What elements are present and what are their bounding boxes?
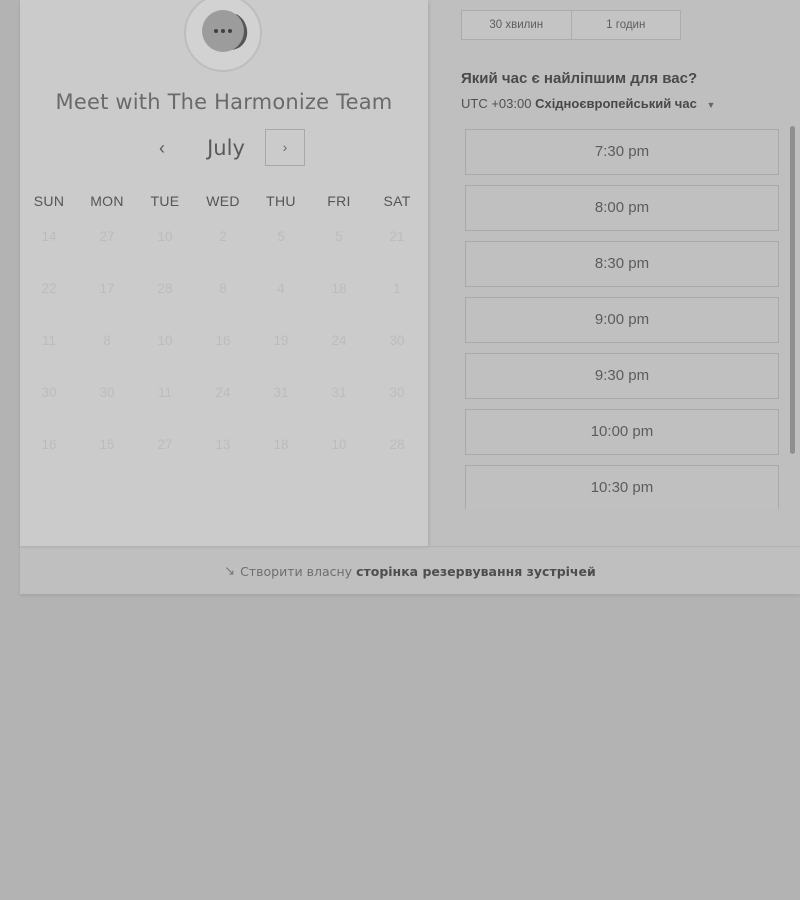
- calendar-day: 2: [219, 229, 227, 244]
- calendar-day: 10: [331, 437, 347, 452]
- calendar-day: 16: [41, 437, 57, 452]
- calendar-day: 18: [331, 281, 347, 296]
- calendar-day: 24: [215, 385, 231, 400]
- calendar-day: 30: [99, 385, 115, 400]
- footer-booking-page-link[interactable]: сторінка резервування зустрічей: [356, 564, 596, 579]
- calendar-day: 24: [331, 333, 347, 348]
- timezone-name: Східноєвропейський час: [535, 96, 697, 111]
- calendar-day: 17: [99, 281, 115, 296]
- caret-down-icon: ▼: [706, 100, 716, 110]
- calendar-day: 13: [215, 437, 231, 452]
- footer-promo: ↘ Створити власну сторінка резервування …: [20, 546, 800, 595]
- timezone-offset: UTC +03:00: [461, 96, 532, 111]
- next-month-button[interactable]: ›: [265, 129, 305, 166]
- time-question-heading: Який час є найліпшим для вас?: [461, 70, 698, 87]
- time-slot-button[interactable]: 9:30 pm: [465, 353, 779, 399]
- calendar-day: 11: [41, 333, 56, 348]
- calendar-day: 5: [335, 229, 343, 244]
- calendar-day: 19: [273, 333, 289, 348]
- calendar-day: 27: [157, 437, 173, 452]
- duration-1-hour-tab[interactable]: 1 годин: [570, 11, 681, 39]
- calendar-day: 28: [157, 281, 173, 296]
- calendar-day: 11: [157, 385, 172, 400]
- calendar-day: 5: [277, 229, 285, 244]
- calendar-day: 1: [393, 281, 401, 296]
- weekday-wed: WED: [206, 193, 240, 209]
- calendar-day: 27: [99, 229, 115, 244]
- weekday-sat: SAT: [383, 193, 411, 209]
- time-slot-button[interactable]: 10:30 pm: [465, 465, 779, 509]
- calendar-day: 16: [215, 333, 231, 348]
- time-slot-button[interactable]: 9:00 pm: [465, 297, 779, 343]
- timezone-selector[interactable]: UTC +03:00 Східноєвропейський час ▼: [461, 96, 715, 111]
- calendar-day: 4: [277, 281, 285, 296]
- footer-prefix-text: Створити власну: [240, 563, 353, 579]
- calendar-day: 22: [41, 281, 57, 296]
- duration-tabs: 30 хвилин 1 годин: [461, 10, 681, 40]
- time-selection-panel: 30 хвилин 1 годин Який час є найліпшим д…: [428, 0, 800, 546]
- calendar-day: 30: [41, 385, 57, 400]
- weekday-mon: MON: [90, 193, 124, 209]
- calendar-day: 8: [219, 281, 227, 296]
- calendar-day: 18: [273, 437, 289, 452]
- previous-month-button[interactable]: ‹: [150, 132, 174, 164]
- calendar-day: 28: [389, 437, 405, 452]
- calendar-week: 30 30 11 24 31 31 30: [20, 382, 428, 434]
- month-label: July: [207, 136, 245, 160]
- weekday-tue: TUE: [150, 193, 180, 209]
- calendar-day: 21: [389, 229, 405, 244]
- calendar-day: 10: [157, 333, 173, 348]
- time-slot-list: 7:30 pm 8:00 pm 8:30 pm 9:00 pm 9:30 pm …: [465, 129, 781, 509]
- page-title: Meet with The Harmonize Team: [55, 90, 393, 114]
- time-slot-button[interactable]: 10:00 pm: [465, 409, 779, 455]
- weekday-thu: THU: [266, 193, 296, 209]
- calendar-grid: 14 27 10 2 5 5 21 22 17 28 8 4 18 1 11 8…: [20, 226, 428, 486]
- calendar-day: 8: [103, 333, 111, 348]
- calendar-week: 14 27 10 2 5 5 21: [20, 226, 428, 278]
- calendar-day: 15: [99, 437, 115, 452]
- time-slot-button[interactable]: 7:30 pm: [465, 129, 779, 175]
- calendar-panel: Meet with The Harmonize Team ‹ July › SU…: [20, 0, 428, 546]
- calendar-day: 30: [389, 333, 405, 348]
- weekday-header: SUN MON TUE WED THU FRI SAT: [20, 193, 428, 209]
- calendar-day: 31: [331, 385, 347, 400]
- calendar-day: 30: [389, 385, 405, 400]
- month-navigation: ‹ July ›: [20, 128, 428, 168]
- arrow-icon: ↘: [224, 563, 236, 579]
- calendar-day: 31: [273, 385, 289, 400]
- calendar-day: 10: [157, 229, 173, 244]
- chat-bubble-icon: [202, 10, 244, 52]
- calendar-day: 14: [41, 229, 57, 244]
- weekday-fri: FRI: [327, 193, 351, 209]
- time-slot-button[interactable]: 8:00 pm: [465, 185, 779, 231]
- calendar-week: 16 15 27 13 18 10 28: [20, 434, 428, 486]
- time-slot-button[interactable]: 8:30 pm: [465, 241, 779, 287]
- calendar-week: 11 8 10 16 19 24 30: [20, 330, 428, 382]
- time-slot-scrollbar[interactable]: [790, 126, 795, 454]
- duration-30-min-tab[interactable]: 30 хвилин: [462, 11, 571, 39]
- weekday-sun: SUN: [33, 193, 65, 209]
- team-logo: [184, 0, 262, 72]
- calendar-week: 22 17 28 8 4 18 1: [20, 278, 428, 330]
